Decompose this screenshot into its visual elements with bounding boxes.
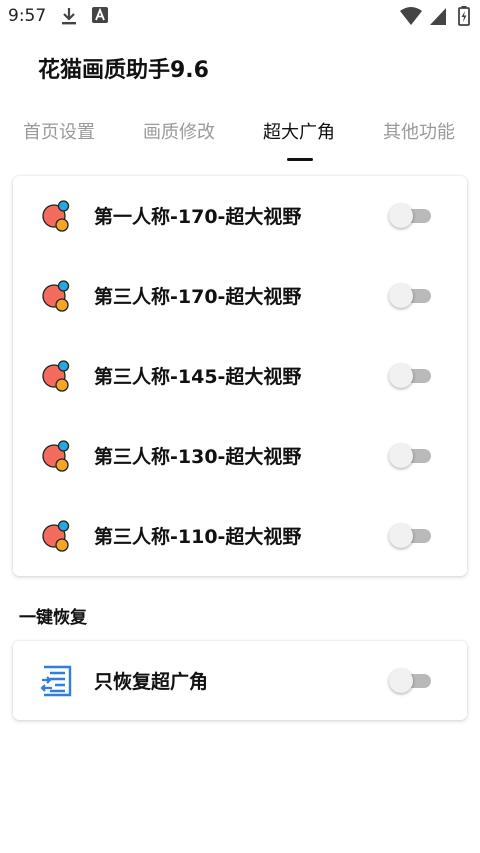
row-label: 第三人称-130-超大视野 (94, 446, 302, 468)
toggle-thumb (389, 524, 413, 548)
tab-other-functions[interactable]: 其他功能 (383, 118, 455, 144)
cell-signal-icon (429, 8, 446, 25)
restore-card: 只恢复超广角 (13, 641, 467, 720)
row-label: 只恢复超广角 (94, 671, 209, 693)
status-time: 9:57 (8, 6, 47, 26)
active-tab-indicator (287, 158, 313, 161)
wifi-icon (399, 7, 422, 25)
toggle-switch[interactable] (389, 444, 433, 468)
row-label: 第三人称-145-超大视野 (94, 366, 302, 388)
toggle-switch[interactable] (389, 669, 433, 693)
tab-home-settings[interactable]: 首页设置 (23, 118, 95, 144)
toggle-thumb (389, 364, 413, 388)
restore-list-icon (40, 665, 72, 697)
list-item: 第三人称-145-超大视野 (13, 336, 467, 416)
download-icon (62, 8, 76, 25)
toggle-switch[interactable] (389, 284, 433, 308)
list-item: 第三人称-170-超大视野 (13, 256, 467, 336)
row-label: 第三人称-170-超大视野 (94, 286, 302, 308)
bubbles-icon (42, 280, 70, 312)
bubbles-icon (42, 360, 70, 392)
toggle-thumb (389, 204, 413, 228)
toggle-thumb (389, 669, 413, 693)
status-right-icons (399, 6, 470, 26)
row-label: 第三人称-110-超大视野 (94, 526, 302, 548)
toggle-thumb (389, 284, 413, 308)
app-title: 花猫画质助手9.6 (38, 58, 209, 83)
list-item: 第一人称-170-超大视野 (13, 176, 467, 256)
tab-quality-edit[interactable]: 画质修改 (143, 118, 215, 144)
wide-angle-card: 第一人称-170-超大视野 第三人称-170-超大视野 第三人称-145-超大视… (13, 176, 467, 576)
toggle-thumb (389, 444, 413, 468)
restore-section-title: 一键恢复 (19, 608, 87, 628)
status-left-icons (60, 7, 109, 27)
bubbles-icon (42, 200, 70, 232)
bubbles-icon (42, 440, 70, 472)
tab-wide-angle[interactable]: 超大广角 (263, 118, 335, 144)
toggle-switch[interactable] (389, 524, 433, 548)
bubbles-icon (42, 520, 70, 552)
list-item: 第三人称-110-超大视野 (13, 496, 467, 576)
row-label: 第一人称-170-超大视野 (94, 206, 302, 228)
battery-charging-icon (458, 6, 470, 26)
list-item: 只恢复超广角 (13, 641, 467, 720)
toggle-switch[interactable] (389, 364, 433, 388)
font-a-icon (92, 7, 109, 23)
toggle-switch[interactable] (389, 204, 433, 228)
tab-bar: 首页设置 画质修改 超大广角 其他功能 (0, 112, 480, 162)
list-item: 第三人称-130-超大视野 (13, 416, 467, 496)
status-bar: 9:57 (0, 0, 480, 34)
